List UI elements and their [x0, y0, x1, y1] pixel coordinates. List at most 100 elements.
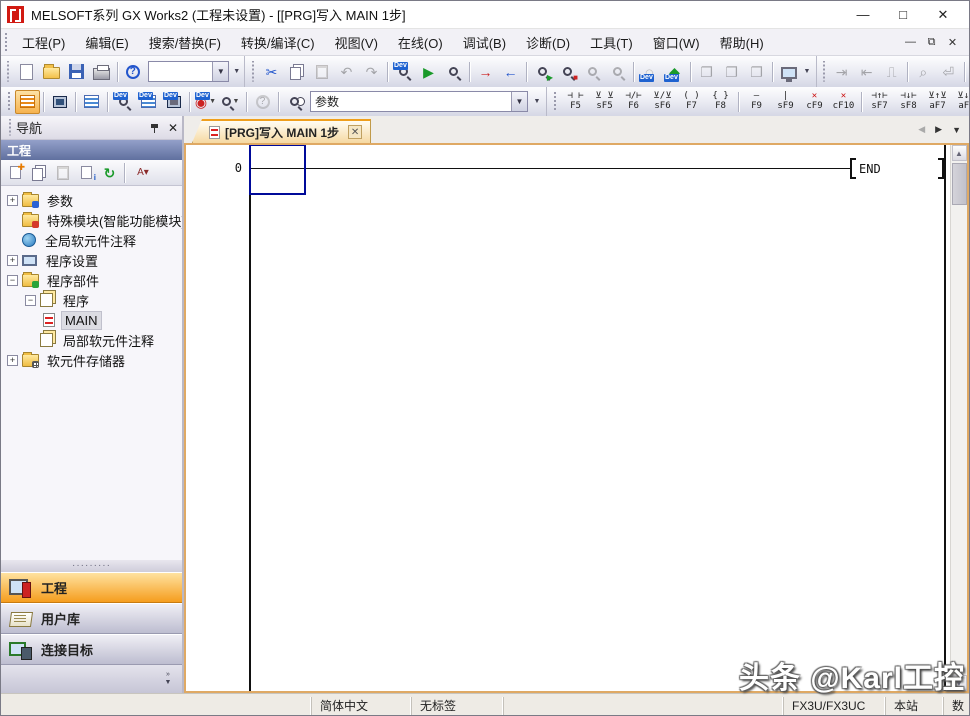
- delete-horizontal-line-button[interactable]: ✕cF9: [800, 89, 829, 114]
- redo-button[interactable]: ↷: [359, 60, 384, 84]
- window-next-button[interactable]: ❐: [719, 60, 744, 84]
- tree-item-device-memory[interactable]: + 软元件存储器: [5, 350, 182, 370]
- pin-icon[interactable]: [150, 122, 160, 134]
- closed-branch-button[interactable]: ⊻/⊻sF6: [648, 89, 677, 114]
- open-project-button[interactable]: [39, 60, 64, 84]
- vertical-scrollbar[interactable]: ▲ ▼: [950, 145, 967, 691]
- new-object-button[interactable]: ✚: [4, 162, 27, 184]
- debug-step-button[interactable]: ⇥: [829, 60, 854, 84]
- read-from-plc-button[interactable]: ←: [498, 60, 523, 84]
- watch-window-button[interactable]: ◉Dev▼: [193, 90, 218, 114]
- rising-pulse-branch-button[interactable]: ⊻↑⊻aF7: [923, 89, 952, 114]
- menu-help[interactable]: 帮助(H): [710, 30, 774, 55]
- save-project-button[interactable]: [64, 60, 89, 84]
- tab-close-icon[interactable]: ✕: [348, 125, 362, 139]
- mdi-minimize-button[interactable]: —: [900, 33, 921, 51]
- toolbar-grip[interactable]: [822, 61, 825, 81]
- monitor-start-button[interactable]: ▶: [530, 60, 555, 84]
- paste-button[interactable]: [309, 60, 334, 84]
- paste-object-button[interactable]: [50, 162, 75, 184]
- monitor-stop-button[interactable]: ■: [555, 60, 580, 84]
- toolbar-overflow-button[interactable]: ▼: [531, 98, 543, 106]
- undo-button[interactable]: ↶: [334, 60, 359, 84]
- coil-button[interactable]: ( )F7: [677, 89, 706, 114]
- falling-pulse-button[interactable]: ⊣↓⊢sF8: [894, 89, 923, 114]
- rising-pulse-button[interactable]: ⊣↑⊢sF7: [865, 89, 894, 114]
- menu-debug[interactable]: 调试(B): [453, 30, 516, 55]
- tab-scroll-left-icon[interactable]: ◀: [918, 124, 925, 135]
- find-target-combo[interactable]: 参数 ▼: [310, 91, 528, 112]
- device-list-button[interactable]: Dev: [136, 90, 161, 114]
- help-button[interactable]: ?: [120, 60, 145, 84]
- expand-icon[interactable]: −: [25, 295, 36, 306]
- application-instruction-button[interactable]: { }F8: [706, 89, 735, 114]
- print-button[interactable]: [89, 60, 114, 84]
- device-batch-button[interactable]: Dev: [161, 90, 186, 114]
- new-project-button[interactable]: [14, 60, 39, 84]
- mdi-restore-button[interactable]: ⧉: [921, 33, 942, 51]
- toolbar-grip[interactable]: [552, 92, 557, 111]
- nav-overflow-button[interactable]: » ▼: [160, 671, 176, 686]
- tree-item-parameter[interactable]: + 参数: [5, 190, 182, 210]
- menu-diagnostics[interactable]: 诊断(D): [516, 30, 580, 55]
- find-button[interactable]: [282, 90, 307, 114]
- refresh-button[interactable]: ↻: [98, 162, 121, 184]
- toolbar-grip[interactable]: [6, 61, 10, 81]
- chevron-down-icon[interactable]: ▼: [212, 62, 228, 81]
- remote-operation-button[interactable]: [776, 60, 801, 84]
- window-previous-button[interactable]: ❐: [694, 60, 719, 84]
- open-branch-button[interactable]: ⊻ ⊻sF5: [590, 89, 619, 114]
- tree-item-special-module[interactable]: 特殊模块(智能功能模块): [5, 210, 182, 230]
- tree-item-main[interactable]: MAIN: [5, 310, 182, 330]
- menu-window[interactable]: 窗口(W): [643, 30, 710, 55]
- expand-icon[interactable]: −: [7, 275, 18, 286]
- panel-close-icon[interactable]: ✕: [168, 122, 178, 134]
- menu-convert-compile[interactable]: 转换/编译(C): [231, 30, 325, 55]
- window-jump-button[interactable]: ❐: [744, 60, 769, 84]
- sort-button[interactable]: A▾: [128, 162, 158, 184]
- falling-pulse-branch-button[interactable]: ⊻↓⊻aF8: [952, 89, 970, 114]
- tree-item-pou[interactable]: − 程序部件: [5, 270, 182, 290]
- tab-main-program[interactable]: [PRG]写入 MAIN 1步 ✕: [192, 119, 371, 143]
- menu-find-replace[interactable]: 搜索/替换(F): [139, 30, 231, 55]
- horizontal-line-button[interactable]: —F9: [742, 89, 771, 114]
- debug-pulse-button[interactable]: ⎍: [879, 60, 904, 84]
- watch-stop-button[interactable]: [605, 60, 630, 84]
- closed-contact-button[interactable]: ⊣/⊢F6: [619, 89, 648, 114]
- panel-splitter[interactable]: ·········: [1, 560, 182, 572]
- tree-item-program-setting[interactable]: + 程序设置: [5, 250, 182, 270]
- navigation-window-toggle[interactable]: [15, 90, 40, 114]
- cross-reference-button[interactable]: ▼: [218, 90, 243, 114]
- menu-tool[interactable]: 工具(T): [580, 30, 643, 55]
- delete-vertical-line-button[interactable]: ✕cF10: [829, 89, 858, 114]
- tree-item-local-comment[interactable]: 局部软元件注释: [5, 330, 182, 350]
- expand-icon[interactable]: +: [7, 255, 18, 266]
- device-register-button[interactable]: ◆Dev: [662, 60, 687, 84]
- device-display-button[interactable]: ●Dev: [637, 60, 662, 84]
- vertical-line-button[interactable]: |sF9: [771, 89, 800, 114]
- minimize-button[interactable]: —: [843, 3, 883, 27]
- standard-combo[interactable]: ▼: [148, 61, 229, 82]
- toolbar-overflow-button[interactable]: ▼: [232, 68, 241, 76]
- cut-button[interactable]: ✂: [259, 60, 284, 84]
- task-list-button[interactable]: [79, 90, 104, 114]
- debug-search-button[interactable]: ⌕: [911, 60, 936, 84]
- device-comment-button[interactable]: Dev: [111, 90, 136, 114]
- menu-edit[interactable]: 编辑(E): [75, 30, 138, 55]
- tab-scroll-right-icon[interactable]: ▶: [935, 124, 942, 135]
- open-contact-button[interactable]: ⊣ ⊢F5: [561, 89, 590, 114]
- toolbar-grip[interactable]: [6, 92, 11, 111]
- device-test-button[interactable]: [441, 60, 466, 84]
- maximize-button[interactable]: □: [883, 3, 923, 27]
- close-button[interactable]: ✕: [923, 3, 963, 27]
- ladder-editor-canvas[interactable]: 0 END ▲ ▼: [184, 143, 969, 693]
- menubar-grip[interactable]: [3, 33, 8, 51]
- device-find-button[interactable]: Dev: [391, 60, 416, 84]
- menu-project[interactable]: 工程(P): [12, 30, 75, 55]
- device-monitor-button[interactable]: ▶: [416, 60, 441, 84]
- property-button[interactable]: i: [75, 162, 98, 184]
- tree-item-global-comment[interactable]: 全局软元件注释: [5, 230, 182, 250]
- module-configuration-button[interactable]: [47, 90, 72, 114]
- chevron-down-icon[interactable]: ▼: [511, 92, 527, 111]
- scroll-up-icon[interactable]: ▲: [952, 145, 967, 161]
